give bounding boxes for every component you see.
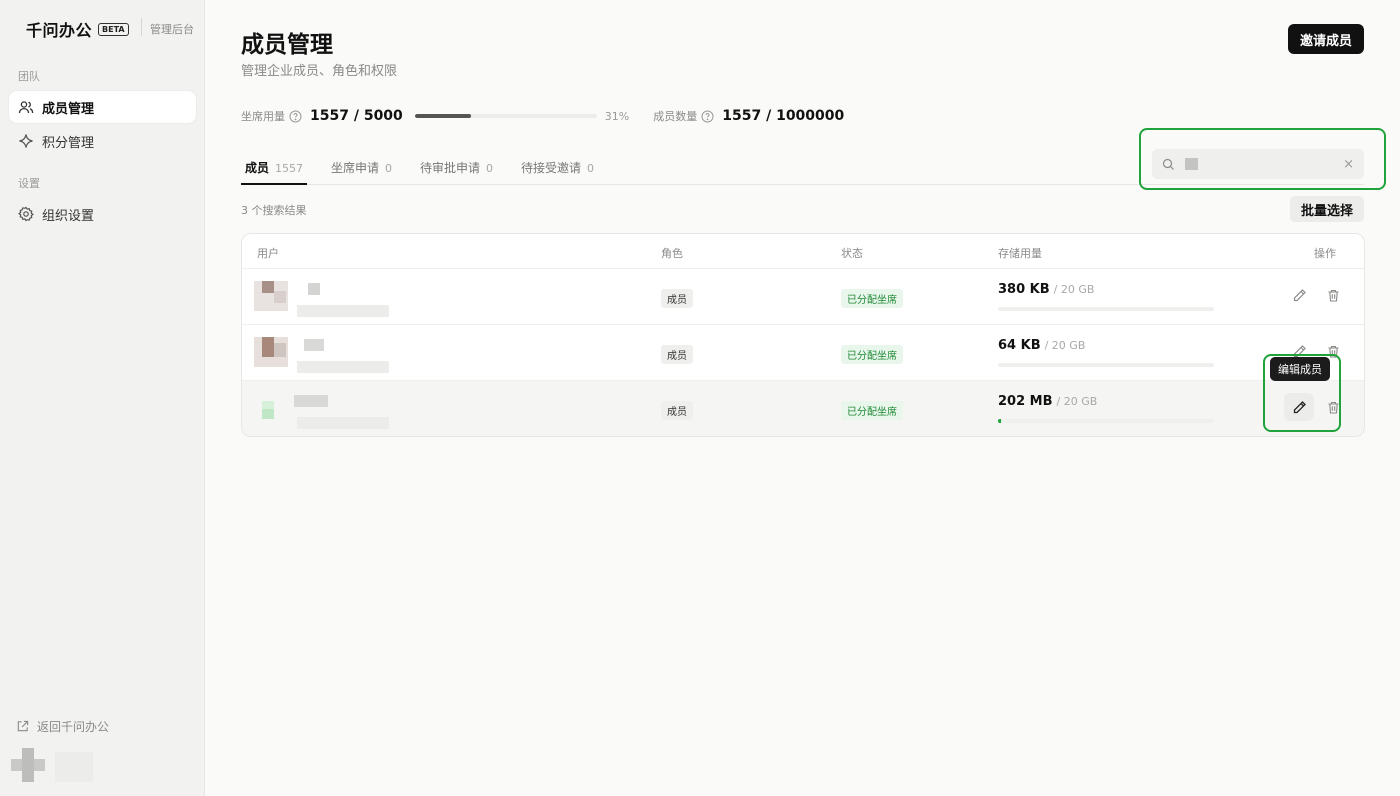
back-link-label: 返回千问办公 (37, 720, 110, 734)
member-count-value: 1557 / 1000000 (722, 108, 845, 124)
status-badge: 已分配坐席 (841, 289, 903, 308)
group-label-settings: 设置 (18, 177, 40, 190)
edit-button-highlight (1263, 354, 1341, 432)
column-header-actions: 操作 (1314, 247, 1336, 260)
tab-label: 坐席申请 (331, 161, 380, 175)
group-label-team: 团队 (18, 70, 40, 83)
storage-usage: 64 KB / 20 GB (998, 338, 1085, 353)
sidebar-item-label: 积分管理 (42, 135, 95, 151)
role-badge: 成员 (661, 401, 693, 420)
pencil-icon (1293, 288, 1306, 301)
sidebar-item-points[interactable]: 积分管理 (9, 125, 196, 157)
invite-member-button[interactable]: 邀请成员 (1287, 24, 1364, 54)
storage-usage: 380 KB / 20 GB (998, 282, 1094, 297)
search-icon (1162, 158, 1174, 170)
external-link-icon (17, 720, 29, 732)
storage-fill (998, 419, 1001, 423)
avatar (254, 393, 288, 423)
storage-used: 64 KB (998, 338, 1041, 353)
user-name-redacted (304, 339, 324, 351)
seat-usage-label: 坐席用量 (241, 110, 285, 123)
tab-label: 成员 (245, 161, 270, 175)
brand-name: 千问办公 (26, 21, 93, 40)
page-subtitle: 管理企业成员、角色和权限 (241, 64, 398, 79)
clear-search-icon[interactable]: × (1343, 157, 1354, 172)
member-count-label: 成员数量 (653, 110, 698, 123)
column-header-role: 角色 (661, 247, 683, 260)
column-header-status: 状态 (841, 247, 863, 260)
storage-used: 380 KB (998, 282, 1050, 297)
trash-icon (1328, 289, 1338, 302)
tab-count: 1557 (275, 162, 304, 175)
seat-usage-fill (414, 114, 472, 118)
delete-member-button[interactable] (1325, 287, 1341, 303)
storage-used: 202 MB (998, 394, 1053, 409)
table-row[interactable]: 成员 已分配坐席 202 MB / 20 GB (242, 380, 1364, 436)
tab-seat-requests[interactable]: 坐席申请 0 (331, 159, 392, 185)
search-value-redacted (1185, 158, 1198, 170)
storage-bar (998, 363, 1214, 367)
usage-stats: 坐席用量 1557 / 5000 31% 成员数量 1557 / 1000000 (241, 107, 844, 125)
seat-usage-value: 1557 / 5000 (310, 108, 403, 124)
user-email-redacted (297, 417, 389, 429)
sparkle-icon (18, 133, 34, 149)
help-icon[interactable] (701, 110, 714, 123)
status-badge: 已分配坐席 (841, 401, 903, 420)
storage-bar (998, 307, 1214, 311)
user-name-redacted (294, 395, 328, 407)
brand-divider (141, 18, 142, 36)
help-icon[interactable] (289, 110, 302, 123)
storage-total: / 20 GB (1044, 339, 1086, 352)
table-row[interactable]: 成员 已分配坐席 380 KB / 20 GB (242, 268, 1364, 324)
sidebar: 千问办公 BETA 管理后台 团队 成员管理 积分管理 设置 组织设置 返回千问… (0, 0, 205, 796)
search-input[interactable]: × (1152, 149, 1364, 179)
sidebar-item-label: 成员管理 (42, 101, 95, 117)
gear-icon (18, 206, 34, 222)
user-email-redacted (297, 361, 389, 373)
tab-count: 0 (486, 162, 494, 175)
storage-total: / 20 GB (1056, 395, 1098, 408)
seat-usage-bar (414, 114, 597, 118)
user-name-redacted (55, 752, 93, 782)
members-table: 用户 角色 状态 存储用量 操作 成员 已分配坐席 380 KB / 20 GB (241, 233, 1365, 437)
bulk-select-button[interactable]: 批量选择 (1289, 196, 1364, 222)
tab-pending-invites[interactable]: 待接受邀请 0 (521, 159, 594, 185)
tab-label: 待审批申请 (420, 161, 481, 175)
tab-label: 待接受邀请 (521, 161, 582, 175)
tab-count: 0 (385, 162, 393, 175)
tab-count: 0 (587, 162, 595, 175)
seat-usage-percent: 31% (604, 109, 630, 123)
sidebar-item-org-settings[interactable]: 组织设置 (9, 198, 196, 230)
avatar (254, 281, 288, 311)
storage-bar (998, 419, 1214, 423)
users-icon (18, 99, 34, 115)
storage-total: / 20 GB (1053, 283, 1095, 296)
main-content: 成员管理 管理企业成员、角色和权限 邀请成员 坐席用量 1557 / 5000 … (206, 0, 1400, 796)
tab-members[interactable]: 成员 1557 (241, 159, 308, 185)
user-name-redacted (308, 283, 320, 295)
user-email-redacted (297, 305, 389, 317)
back-to-app-link[interactable]: 返回千问办公 (16, 718, 109, 735)
column-header-user: 用户 (257, 247, 279, 260)
table-row[interactable]: 成员 已分配坐席 64 KB / 20 GB (242, 324, 1364, 380)
admin-subtitle: 管理后台 (150, 23, 194, 36)
storage-usage: 202 MB / 20 GB (998, 394, 1097, 409)
user-avatar[interactable] (11, 748, 45, 782)
avatar (254, 337, 288, 367)
sidebar-item-members[interactable]: 成员管理 (9, 91, 196, 123)
role-badge: 成员 (661, 289, 693, 308)
tab-pending-approval[interactable]: 待审批申请 0 (420, 159, 493, 185)
status-badge: 已分配坐席 (841, 345, 903, 364)
sidebar-item-label: 组织设置 (42, 208, 95, 224)
brand-logo[interactable]: 千问办公 BETA (26, 17, 129, 41)
edit-member-button[interactable] (1291, 287, 1307, 303)
role-badge: 成员 (661, 345, 693, 364)
beta-badge: BETA (98, 22, 129, 36)
column-header-storage: 存储用量 (998, 247, 1042, 260)
result-count: 3 个搜索结果 (241, 204, 307, 217)
page-title: 成员管理 (241, 32, 333, 58)
